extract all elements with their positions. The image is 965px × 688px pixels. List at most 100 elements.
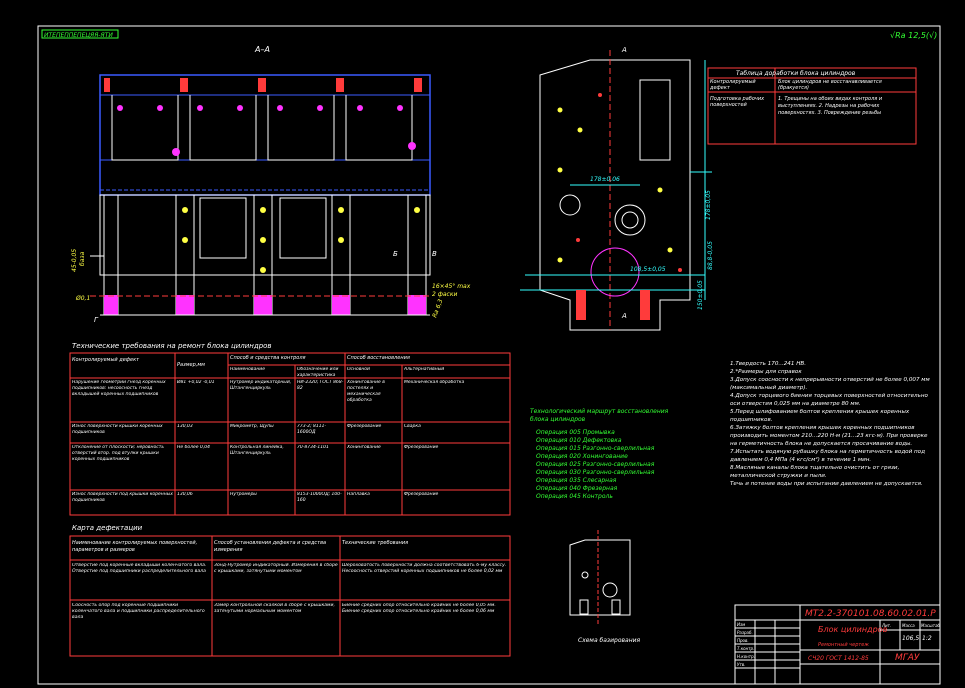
org-name: МГАУ [895,653,920,663]
tb-row-label: Разраб. [737,630,753,635]
route-step: Операция 005 Промывка [536,429,615,436]
tech-cell: НИ-2320; ГОСТ 868-82 [297,380,344,391]
cut-label-a-bottom: А [621,312,627,320]
table-right-r1c1: Контролируемый дефект [710,79,756,91]
dim-left-sub: база [79,251,86,266]
tol-chamfer-count: 2 фаски [432,291,457,298]
note-item: 2.*Размеры для справок [730,369,802,375]
cut-label-b: Б [393,250,398,258]
tech-cell: Наплавка [347,492,370,497]
tech-cell: 8153-1000ОД; 100-160 [297,492,342,503]
dim-right-4: 108,5±0,05 [630,266,666,273]
small-view-caption: Схема базирования [578,637,641,644]
tech-header: Способ и средства контроля [230,355,306,361]
stamp-text: ИТЕПЕППЕПЕЦЯЯ-ЯТИ [44,32,113,39]
route-step: Операция 045 Контроль [536,493,613,500]
table-right-r2c2: 1. Трещины на обоих видах контроля и выс… [778,96,883,116]
tech-cell: Ø81 +0,02 -0,01 [177,380,215,385]
table-right-r2c1: Подготовка рабочих поверхностей [710,96,765,108]
route-step: Операция 020 Хонингование [536,453,628,460]
control-header: Технические требования [342,540,409,546]
tech-cell: Отклонение от плоскости; неровность отве… [72,445,164,462]
tol-roughness: Ra 6,3 [431,298,444,319]
tol-flatness: Ø0,1 [75,295,90,302]
tb-row-label: Пров. [737,638,749,643]
route-step: Операция 030 Разгонно-сверлильная [536,469,655,476]
control-title: Карта дефектации [72,524,143,532]
dim-right-3: 150±0,05 [697,280,704,310]
section-label: А–А [254,45,270,54]
note-item: 7.Испытать водяную рубашку блока на герм… [730,449,925,463]
note-item: Течь и потение воды при испытании давлен… [730,481,923,487]
route-list: Операция 005 ПромывкаОперация 010 Дефект… [536,429,655,500]
tb-row-label: Утв. [737,662,745,667]
tech-cell: Фрезерование [404,492,439,497]
tech-cell: Фрезерование [404,445,439,450]
tech-cell: Нутромер индикаторный, Штангенциркуль [230,380,292,391]
tech-subheader: Обозначение или характеристика [297,367,339,378]
control-cell: Отверстие под коренные вкладыши коленчат… [72,563,207,575]
doc-code: МТ2.2-370101.08.60.02.01.Р [805,609,936,619]
tech-cell: Сварка [404,424,421,429]
tb-row-label: Изм [737,622,745,627]
route-title: Технологический маршрут восстановления б… [530,408,669,423]
dim-left: 45-0,05 [71,249,78,272]
note-item: 8.Масляные каналы блока тщательно очисти… [730,465,900,479]
tech-cell: 70-8734-1101 [297,445,329,450]
drawing-kind: Ремонтный чертеж [818,642,869,648]
control-header: Наименование контролируемых поверхностей… [72,540,198,553]
control-table-text: Наименование контролируемых поверхностей… [72,540,507,621]
control-header: Способ установления дефекта и средства и… [214,540,327,553]
note-item: 5.Перед шлифованием болтов крепления кры… [730,409,910,423]
roughness-label: √Ra 12,5(√) [890,31,937,40]
mass-value: 106,5 [902,635,919,642]
notes-block: 1.Твердость 170...241 НВ. 2.*Размеры для … [730,360,930,488]
tech-cell: 773-2; 8111-1600ОД [297,424,327,435]
part-name: Блок цилиндров [818,625,888,634]
tech-cell: Не более 0,04 [177,445,210,450]
tech-cell: Механическая обработка [404,380,465,385]
tb-row-label: Н.контр. [737,654,755,659]
table-right-heading: Таблица доработки блока цилиндров [736,70,856,77]
tech-cell: Хонингование в постелях и механическая о… [347,380,385,403]
small-base-view [569,530,631,625]
tech-req-title: Технические требования на ремонт блока ц… [72,342,272,350]
tech-cell: Микрометр, Щупы [230,424,274,429]
note-item: 1.Твердость 170...241 НВ. [730,361,807,367]
col-mass: Масса [902,623,915,628]
route-step: Операция 015 Разгонно-сверлильная [536,445,655,452]
cut-label-g: Г [94,316,99,324]
note-item: 4.Допуск торцевого биения торцевых повер… [730,393,928,407]
tech-header: Размер,мм [177,362,205,368]
tech-cell: Фрезерование [347,424,382,429]
control-cell: Шероховатость поверхности должна соответ… [342,563,507,575]
dim-right-2: 88,8-0,05 [707,241,714,270]
side-view [520,50,712,331]
control-cell: Зонд-Нутромер индикаторный. Измерения в … [214,563,338,575]
tech-cell: 130,03 [177,424,193,429]
tech-cell: Контрольная линейка, Штангенциркуль [230,445,284,456]
material: СЧ20 ГОСТ 1412-85 [808,655,869,662]
section-view [90,74,431,316]
route-step: Операция 010 Дефектовка [536,437,622,444]
note-item: 3.Допуск соосности к непрерывности отвер… [730,377,930,391]
tech-cell: 130,06 [177,492,193,497]
tech-header: Контролируемый дефект [72,357,140,363]
tb-row-label: Т.контр. [737,646,754,651]
table-right-r1c2: Блок цилиндров не восстанавливается (бра… [778,79,882,91]
control-cell: Биение средних опор относительно крайних… [342,603,496,615]
tech-cell: Износ поверхности крышки коренных подшип… [72,424,163,435]
note-item: 6.Затяжку болтов крепления крышек коренн… [730,425,928,447]
route-step: Операция 035 Слесарная [536,477,617,484]
control-cell: Соосность опор под коренные подшипники к… [72,603,205,621]
tech-subheader: Альтернативный [404,367,445,372]
cut-label-a-top: А [621,46,627,54]
cad-drawing: ИТЕПЕППЕПЕЦЯЯ-ЯТИ √Ra 12,5(√) А–А 45-0,0… [37,25,941,685]
tech-cell: Износ поверхности под крышки коренных по… [72,492,173,503]
tech-cell: Нутромеры [230,492,257,497]
route-step: Операция 040 Фрезерная [536,485,618,492]
tech-cell: Нарушение геометрии гнезд коренных подши… [72,380,166,397]
tol-chamfer: 16×45° max [432,283,471,290]
dim-right-1: 178±0,05 [705,190,712,220]
dim-mid: 178±0,06 [590,176,620,183]
